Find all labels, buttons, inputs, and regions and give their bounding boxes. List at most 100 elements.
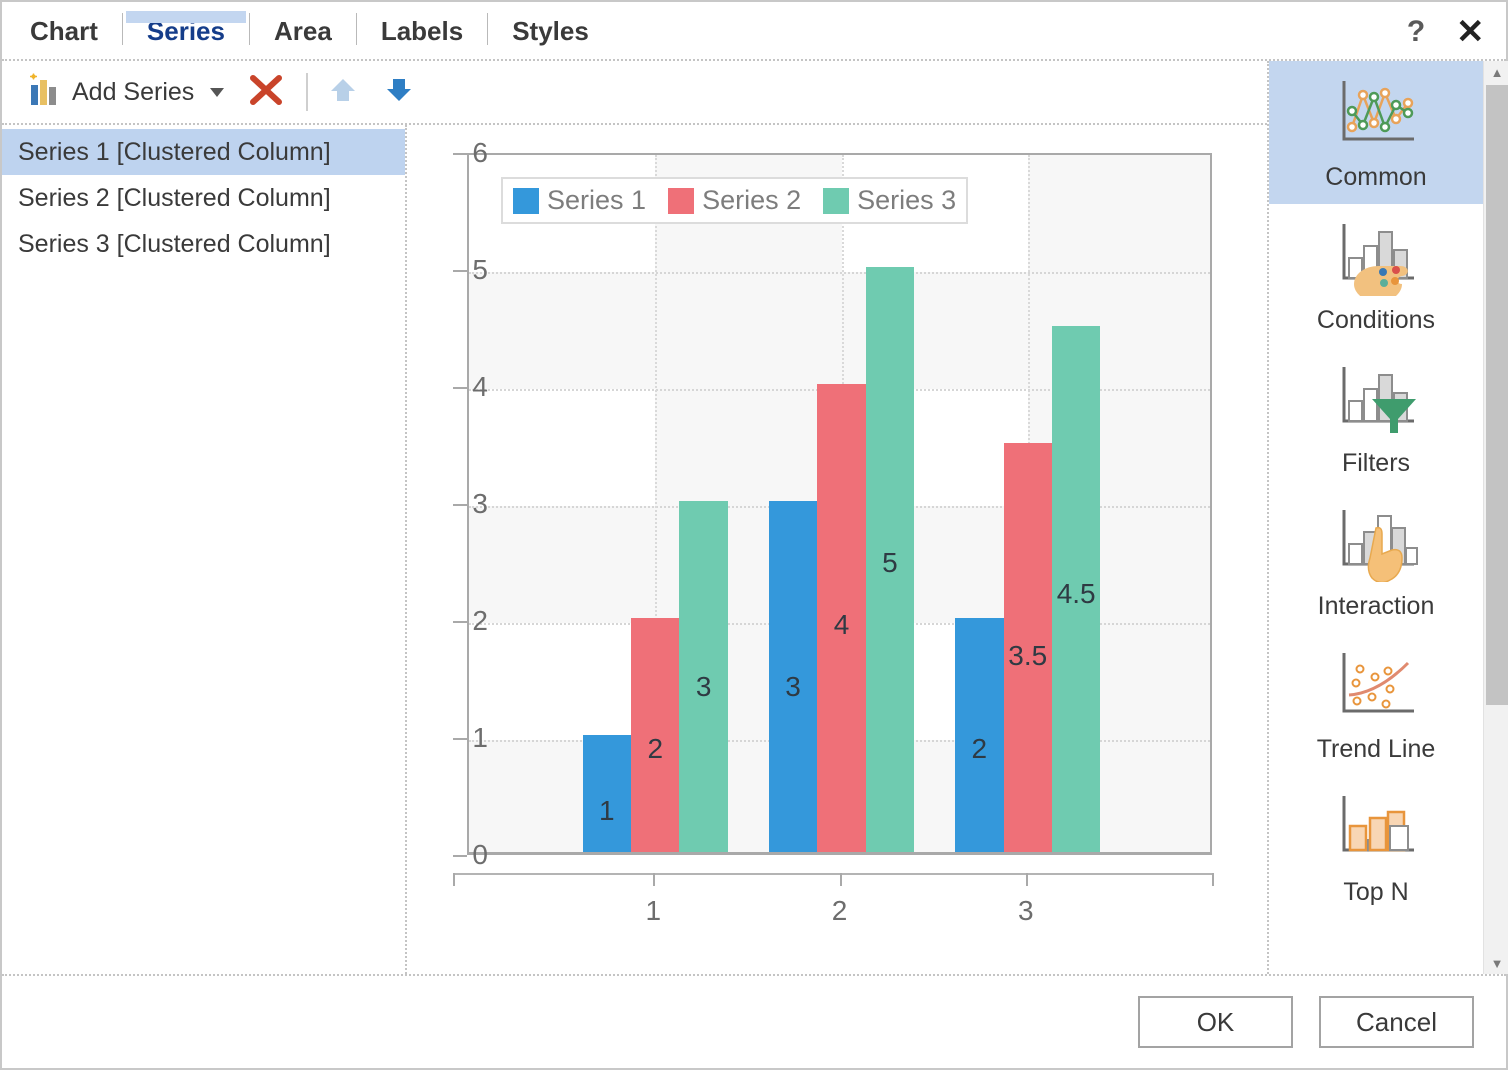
arrow-up-icon (326, 73, 360, 112)
legend-entry[interactable]: Series 1 (513, 185, 646, 216)
y-axis-tick (453, 387, 467, 389)
tab-label: Series (146, 15, 225, 46)
x-axis-tick-label: 2 (831, 895, 848, 926)
y-axis-tick (453, 621, 467, 623)
y-axis-tick (453, 270, 467, 272)
chart-properties-dialog: Chart Series Area Labels Styles ? ✕ Add … (0, 0, 1508, 1070)
cancel-button[interactable]: Cancel (1319, 996, 1474, 1048)
category-scrollbar[interactable]: ▲ ▼ (1483, 61, 1508, 974)
dialog-footer: OK Cancel (2, 974, 1506, 1068)
scroll-down-arrow-icon[interactable]: ▼ (1484, 952, 1508, 974)
arrow-down-icon (382, 73, 416, 112)
chevron-down-icon[interactable] (210, 87, 225, 97)
category-item-label: Filters (1341, 449, 1411, 477)
tab-list: Chart Series Area Labels Styles (2, 3, 613, 59)
category-item-label: Conditions (1316, 306, 1436, 334)
scrollbar-thumb[interactable] (1486, 85, 1508, 705)
x-axis-tick-label: 3 (1017, 895, 1034, 926)
chart-bar[interactable] (768, 501, 818, 852)
bar-chart-palette-icon (1269, 214, 1483, 300)
plot-wrapper: 1 2 3 3 4 5 2 3.5 4.5 0123456123 Series 1 Series … (447, 137, 1267, 974)
add-series-label: Add Series (72, 77, 195, 106)
category-item-label: Top N (1343, 878, 1409, 906)
y-axis-tick (453, 855, 467, 857)
category-item-filters[interactable]: Filters (1269, 347, 1483, 490)
tab-bar: Chart Series Area Labels Styles ? ✕ (2, 2, 1506, 59)
series-item-label: Series 3 [Clustered Column] (18, 229, 331, 258)
y-axis-tick (453, 738, 467, 740)
tab-label: Chart (30, 15, 98, 46)
category-item-label: Common (1325, 163, 1427, 191)
tab-labels[interactable]: Labels (357, 3, 487, 59)
ok-button[interactable]: OK (1138, 996, 1293, 1048)
tab-chart[interactable]: Chart (6, 3, 122, 59)
move-series-down-button[interactable] (382, 73, 416, 112)
category-item-label: Trend Line (1316, 735, 1436, 763)
tab-label: Labels (380, 15, 464, 46)
series-list-item[interactable]: Series 1 [Clustered Column] (2, 129, 405, 175)
tab-series[interactable]: Series (123, 3, 249, 59)
legend-swatch (668, 187, 695, 214)
category-panel: Common Conditions Filters Interaction Trend … (1267, 61, 1508, 974)
legend-label: Series 3 (857, 185, 957, 215)
category-list: Common Conditions Filters Interaction Trend … (1269, 61, 1483, 974)
category-item-common[interactable]: Common (1269, 61, 1483, 204)
series-item-label: Series 1 [Clustered Column] (18, 137, 331, 166)
legend-label: Series 1 (547, 185, 647, 215)
series-toolbar: Add Series (2, 61, 1267, 125)
add-series-chart-icon (28, 73, 62, 112)
plot-area: 1 2 3 3 4 5 2 3.5 4.5 (467, 153, 1212, 855)
tab-styles[interactable]: Styles (488, 3, 613, 59)
category-item-top-n[interactable]: Top N (1269, 776, 1483, 919)
chart-bar[interactable] (1003, 442, 1052, 852)
chart-bar[interactable] (865, 267, 915, 852)
series-list-item[interactable]: Series 3 [Clustered Column] (2, 221, 405, 267)
category-item-conditions[interactable]: Conditions (1269, 204, 1483, 347)
delete-series-button[interactable] (248, 72, 284, 113)
scatter-trendline-icon (1269, 643, 1483, 729)
x-axis-line (453, 873, 1212, 875)
x-axis-tick (1212, 873, 1214, 886)
series-item-label: Series 2 [Clustered Column] (18, 183, 331, 212)
x-axis-tick (653, 873, 656, 886)
chart-bar[interactable] (817, 384, 866, 852)
bar-chart-highlight-icon (1269, 786, 1483, 872)
legend-label: Series 2 (702, 185, 802, 215)
y-axis-tick (453, 504, 467, 506)
line-chart-markers-icon (1269, 71, 1483, 157)
chart-bar[interactable] (955, 618, 1004, 852)
legend-swatch (823, 187, 850, 214)
chart-bar[interactable] (631, 618, 680, 852)
bar-chart-funnel-icon (1269, 357, 1483, 443)
legend-entry[interactable]: Series 2 (668, 185, 801, 216)
y-axis-tick (453, 153, 467, 155)
red-x-delete-icon (248, 72, 284, 113)
left-column: Add Series Series 1 [Clustered Column] S… (2, 61, 1267, 974)
close-icon[interactable]: ✕ (1456, 15, 1485, 49)
chart: 1 2 3 3 4 5 2 3.5 4.5 0123456123 Series 1 Series … (407, 125, 1267, 974)
tab-area[interactable]: Area (250, 3, 356, 59)
main-content: Series 1 [Clustered Column] Series 2 [Clu… (2, 125, 1267, 974)
dialog-body: Add Series Series 1 [Clustered Column] S… (2, 59, 1508, 974)
legend-swatch (513, 187, 539, 214)
chart-bar[interactable] (679, 501, 728, 852)
x-axis-tick (1025, 873, 1028, 886)
move-series-up-button[interactable] (326, 73, 360, 112)
chart-bar[interactable] (1051, 325, 1101, 852)
chart-legend: Series 1 Series 2 Series 3 (501, 177, 969, 224)
tab-label: Styles (512, 15, 589, 46)
series-list-item[interactable]: Series 2 [Clustered Column] (2, 175, 405, 221)
toolbar-divider (306, 73, 309, 111)
x-axis-tick-label: 1 (645, 895, 662, 926)
help-icon[interactable]: ? (1402, 17, 1430, 47)
series-list: Series 1 [Clustered Column] Series 2 [Clu… (2, 125, 407, 974)
category-item-trend-line[interactable]: Trend Line (1269, 633, 1483, 776)
legend-entry[interactable]: Series 3 (823, 185, 956, 216)
window-buttons: ? ✕ (1402, 15, 1506, 59)
scroll-up-arrow-icon[interactable]: ▲ (1484, 61, 1508, 83)
category-item-interaction[interactable]: Interaction (1269, 490, 1483, 633)
chart-bar[interactable] (582, 735, 632, 852)
gridline-horizontal (469, 272, 1210, 274)
add-series-button[interactable]: Add Series (22, 69, 230, 116)
x-axis-tick (453, 873, 455, 886)
